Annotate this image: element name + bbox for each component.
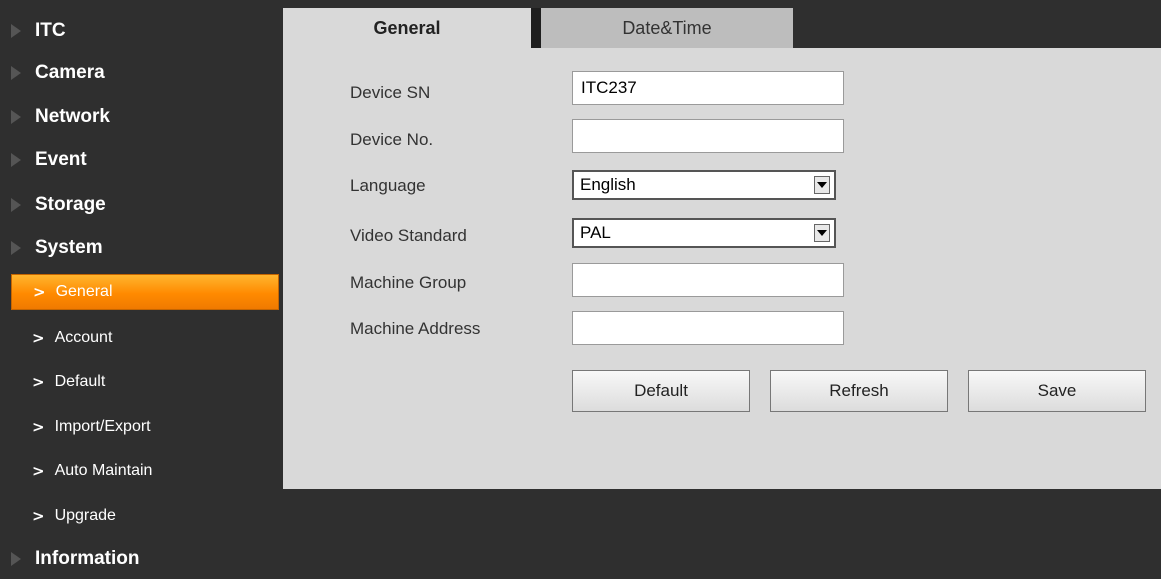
- video-standard-selected-value: PAL: [580, 223, 611, 242]
- tab-general[interactable]: General: [283, 8, 531, 48]
- expand-triangle-icon: [11, 153, 21, 167]
- tab-date-time[interactable]: Date&Time: [541, 8, 793, 48]
- save-button[interactable]: Save: [968, 370, 1146, 412]
- tab-divider: [531, 8, 541, 48]
- nav-information[interactable]: Information: [0, 539, 283, 579]
- chevron-right-icon: >: [32, 507, 45, 525]
- expand-triangle-icon: [11, 24, 21, 38]
- nav-itc[interactable]: ITC: [0, 11, 283, 51]
- chevron-right-icon: >: [32, 373, 45, 391]
- sidebar-item-label: Default: [54, 373, 106, 390]
- nav-label: ITC: [35, 20, 66, 41]
- nav-event[interactable]: Event: [0, 140, 283, 180]
- machine-group-label: Machine Group: [350, 273, 467, 292]
- chevron-right-icon: >: [32, 418, 45, 436]
- sidebar-item-label: General: [55, 283, 113, 300]
- expand-triangle-icon: [11, 66, 21, 80]
- nav-label: Storage: [35, 194, 106, 215]
- expand-triangle-icon: [11, 241, 21, 255]
- dropdown-arrow-icon[interactable]: [814, 176, 830, 194]
- nav-system[interactable]: System: [0, 228, 283, 268]
- chevron-right-icon: >: [33, 283, 46, 301]
- device-sn-field[interactable]: ITC237: [572, 71, 844, 105]
- sidebar-item-label: Import/Export: [54, 418, 151, 435]
- language-select[interactable]: English: [572, 170, 836, 200]
- sidebar: ITC Camera Network Event Storage System …: [0, 0, 283, 572]
- machine-address-field[interactable]: [572, 311, 844, 345]
- video-standard-label: Video Standard: [350, 226, 467, 245]
- sidebar-item-auto-maintain[interactable]: > Auto Maintain: [11, 453, 279, 489]
- nav-label: Information: [35, 548, 140, 569]
- nav-label: Camera: [35, 62, 105, 83]
- nav-network[interactable]: Network: [0, 97, 283, 137]
- machine-group-field[interactable]: [572, 263, 844, 297]
- chevron-right-icon: >: [32, 329, 45, 347]
- nav-storage[interactable]: Storage: [0, 185, 283, 225]
- sidebar-item-label: Account: [54, 329, 113, 346]
- device-no-field[interactable]: [572, 119, 844, 153]
- sidebar-item-import-export[interactable]: > Import/Export: [11, 409, 279, 445]
- nav-camera[interactable]: Camera: [0, 53, 283, 93]
- language-selected-value: English: [580, 175, 636, 194]
- nav-label: Network: [35, 106, 110, 127]
- sidebar-item-general[interactable]: > General: [11, 274, 279, 310]
- machine-address-label: Machine Address: [350, 319, 481, 338]
- dropdown-arrow-icon[interactable]: [814, 224, 830, 242]
- general-settings-panel: Device SN ITC237 Device No. Language Eng…: [283, 48, 1161, 489]
- expand-triangle-icon: [11, 198, 21, 212]
- nav-label: System: [35, 237, 103, 258]
- refresh-button[interactable]: Refresh: [770, 370, 948, 412]
- expand-triangle-icon: [11, 110, 21, 124]
- tab-bar: General Date&Time: [283, 8, 1161, 48]
- sidebar-item-upgrade[interactable]: > Upgrade: [11, 498, 279, 534]
- sidebar-item-label: Upgrade: [54, 507, 116, 524]
- device-no-label: Device No.: [350, 130, 434, 149]
- chevron-right-icon: >: [32, 462, 45, 480]
- sidebar-item-label: Auto Maintain: [54, 462, 153, 479]
- expand-triangle-icon: [11, 552, 21, 566]
- sidebar-item-default[interactable]: > Default: [11, 364, 279, 400]
- nav-label: Event: [35, 149, 87, 170]
- language-label: Language: [350, 176, 426, 195]
- device-sn-label: Device SN: [350, 83, 431, 102]
- default-button[interactable]: Default: [572, 370, 750, 412]
- video-standard-select[interactable]: PAL: [572, 218, 836, 248]
- sidebar-item-account[interactable]: > Account: [11, 320, 279, 356]
